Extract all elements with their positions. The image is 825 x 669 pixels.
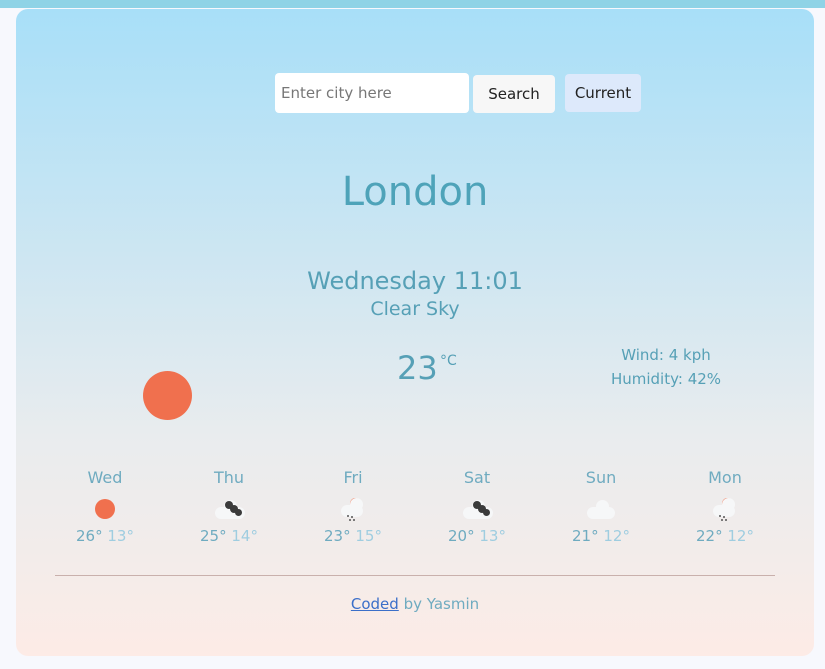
forecast-min-temp: 14°	[231, 527, 258, 545]
city-search-input[interactable]	[275, 73, 469, 113]
forecast-min-temp: 12°	[727, 527, 754, 545]
coded-link[interactable]: Coded	[351, 595, 399, 613]
weather-card: Search Current London Wednesday 11:01 Cl…	[16, 9, 814, 656]
forecast-min-temp: 15°	[355, 527, 382, 545]
forecast-day: Wed 26° 13°	[60, 467, 150, 545]
footer: Coded by Yasmin	[16, 595, 814, 613]
rain-icon	[705, 495, 745, 523]
forecast-day-label: Sun	[585, 468, 617, 487]
divider	[55, 575, 775, 576]
rain-icon	[333, 495, 373, 523]
temperature-unit: °C	[440, 353, 457, 369]
forecast-day: Sun 21° 12°	[556, 467, 646, 545]
current-temperature: 23	[397, 349, 438, 387]
weather-description: Clear Sky	[370, 298, 460, 320]
city-name: London	[341, 169, 489, 215]
forecast-day-label: Fri	[343, 468, 363, 487]
forecast-max-temp: 22°	[696, 527, 723, 545]
forecast-max-temp: 21°	[572, 527, 599, 545]
forecast-day-label: Wed	[87, 468, 123, 487]
broken-clouds-icon	[209, 495, 249, 523]
current-location-button[interactable]: Current	[565, 74, 641, 112]
forecast-day: Sat 20° 13°	[432, 467, 522, 545]
day-time: Wednesday 11:01	[307, 267, 523, 295]
forecast-max-temp: 23°	[324, 527, 351, 545]
forecast-day: Thu 25° 14°	[184, 467, 274, 545]
forecast-max-temp: 20°	[448, 527, 475, 545]
sun-icon	[85, 495, 125, 523]
forecast-day: Fri 23° 15°	[308, 467, 398, 545]
forecast-day: Mon 22° 12°	[680, 467, 770, 545]
forecast-min-temp: 13°	[479, 527, 506, 545]
forecast-min-temp: 13°	[107, 527, 134, 545]
wind-speed: Wind: 4 kph	[621, 346, 711, 364]
broken-clouds-icon	[457, 495, 497, 523]
forecast-day-label: Thu	[213, 468, 245, 487]
forecast-max-temp: 26°	[76, 527, 103, 545]
forecast-day-label: Mon	[708, 468, 742, 487]
forecast-day-label: Sat	[463, 468, 491, 487]
forecast-max-temp: 25°	[200, 527, 227, 545]
search-button[interactable]: Search	[473, 75, 555, 113]
cloud-icon	[581, 495, 621, 523]
forecast-min-temp: 12°	[603, 527, 630, 545]
top-bar	[0, 0, 825, 8]
sun-icon	[143, 371, 192, 420]
footer-author: by Yasmin	[398, 595, 480, 613]
humidity: Humidity: 42%	[610, 370, 722, 388]
